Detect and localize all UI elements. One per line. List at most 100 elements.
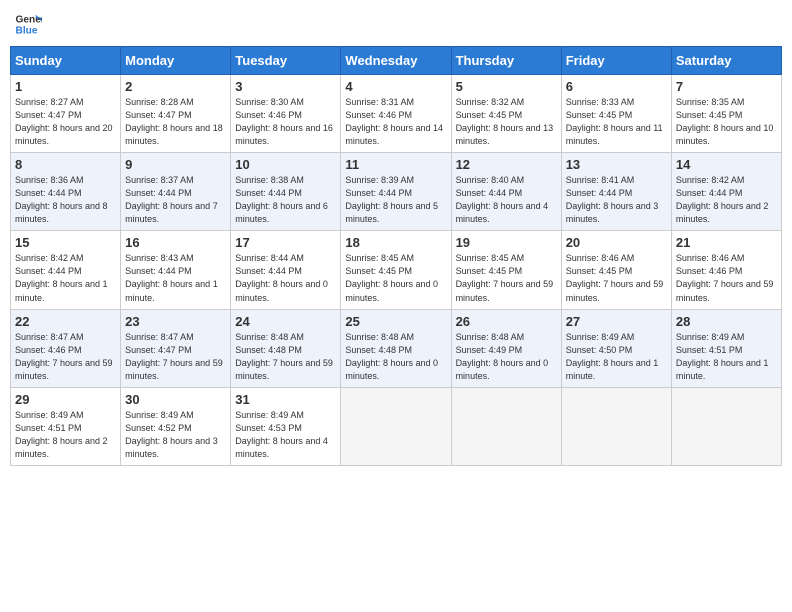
svg-text:General: General <box>16 14 42 25</box>
day-info: Sunrise: 8:42 AMSunset: 4:44 PMDaylight:… <box>15 252 116 304</box>
calendar-cell <box>341 387 451 465</box>
calendar-cell <box>561 387 671 465</box>
day-info: Sunrise: 8:45 AMSunset: 4:45 PMDaylight:… <box>345 252 446 304</box>
logo-icon: General Blue <box>14 10 42 38</box>
calendar-cell: 25 Sunrise: 8:48 AMSunset: 4:48 PMDaylig… <box>341 309 451 387</box>
day-header-saturday: Saturday <box>671 47 781 75</box>
calendar-week-1: 1 Sunrise: 8:27 AMSunset: 4:47 PMDayligh… <box>11 75 782 153</box>
calendar-cell: 12 Sunrise: 8:40 AMSunset: 4:44 PMDaylig… <box>451 153 561 231</box>
calendar-cell <box>671 387 781 465</box>
day-info: Sunrise: 8:45 AMSunset: 4:45 PMDaylight:… <box>456 252 557 304</box>
calendar-week-4: 22 Sunrise: 8:47 AMSunset: 4:46 PMDaylig… <box>11 309 782 387</box>
calendar-cell: 17 Sunrise: 8:44 AMSunset: 4:44 PMDaylig… <box>231 231 341 309</box>
day-info: Sunrise: 8:46 AMSunset: 4:45 PMDaylight:… <box>566 252 667 304</box>
calendar-cell: 31 Sunrise: 8:49 AMSunset: 4:53 PMDaylig… <box>231 387 341 465</box>
day-info: Sunrise: 8:38 AMSunset: 4:44 PMDaylight:… <box>235 174 336 226</box>
day-info: Sunrise: 8:31 AMSunset: 4:46 PMDaylight:… <box>345 96 446 148</box>
calendar-cell: 9 Sunrise: 8:37 AMSunset: 4:44 PMDayligh… <box>121 153 231 231</box>
logo: General Blue <box>14 10 44 38</box>
calendar-cell: 23 Sunrise: 8:47 AMSunset: 4:47 PMDaylig… <box>121 309 231 387</box>
calendar-table: SundayMondayTuesdayWednesdayThursdayFrid… <box>10 46 782 466</box>
day-info: Sunrise: 8:41 AMSunset: 4:44 PMDaylight:… <box>566 174 667 226</box>
day-number: 14 <box>676 157 777 172</box>
day-number: 20 <box>566 235 667 250</box>
day-number: 16 <box>125 235 226 250</box>
calendar-cell: 20 Sunrise: 8:46 AMSunset: 4:45 PMDaylig… <box>561 231 671 309</box>
calendar-cell: 2 Sunrise: 8:28 AMSunset: 4:47 PMDayligh… <box>121 75 231 153</box>
day-info: Sunrise: 8:46 AMSunset: 4:46 PMDaylight:… <box>676 252 777 304</box>
calendar-cell: 26 Sunrise: 8:48 AMSunset: 4:49 PMDaylig… <box>451 309 561 387</box>
day-header-thursday: Thursday <box>451 47 561 75</box>
calendar-cell: 8 Sunrise: 8:36 AMSunset: 4:44 PMDayligh… <box>11 153 121 231</box>
day-header-wednesday: Wednesday <box>341 47 451 75</box>
day-number: 28 <box>676 314 777 329</box>
day-header-sunday: Sunday <box>11 47 121 75</box>
day-number: 18 <box>345 235 446 250</box>
day-number: 7 <box>676 79 777 94</box>
day-number: 6 <box>566 79 667 94</box>
day-number: 23 <box>125 314 226 329</box>
calendar-cell: 14 Sunrise: 8:42 AMSunset: 4:44 PMDaylig… <box>671 153 781 231</box>
day-info: Sunrise: 8:48 AMSunset: 4:48 PMDaylight:… <box>345 331 446 383</box>
calendar-cell: 29 Sunrise: 8:49 AMSunset: 4:51 PMDaylig… <box>11 387 121 465</box>
day-number: 10 <box>235 157 336 172</box>
calendar-cell: 15 Sunrise: 8:42 AMSunset: 4:44 PMDaylig… <box>11 231 121 309</box>
calendar-cell: 28 Sunrise: 8:49 AMSunset: 4:51 PMDaylig… <box>671 309 781 387</box>
day-info: Sunrise: 8:28 AMSunset: 4:47 PMDaylight:… <box>125 96 226 148</box>
calendar-cell: 3 Sunrise: 8:30 AMSunset: 4:46 PMDayligh… <box>231 75 341 153</box>
calendar-header-row: SundayMondayTuesdayWednesdayThursdayFrid… <box>11 47 782 75</box>
day-info: Sunrise: 8:48 AMSunset: 4:49 PMDaylight:… <box>456 331 557 383</box>
day-number: 25 <box>345 314 446 329</box>
day-number: 15 <box>15 235 116 250</box>
day-info: Sunrise: 8:49 AMSunset: 4:51 PMDaylight:… <box>15 409 116 461</box>
calendar-cell: 19 Sunrise: 8:45 AMSunset: 4:45 PMDaylig… <box>451 231 561 309</box>
day-header-monday: Monday <box>121 47 231 75</box>
day-info: Sunrise: 8:36 AMSunset: 4:44 PMDaylight:… <box>15 174 116 226</box>
calendar-week-3: 15 Sunrise: 8:42 AMSunset: 4:44 PMDaylig… <box>11 231 782 309</box>
day-number: 1 <box>15 79 116 94</box>
calendar-cell: 13 Sunrise: 8:41 AMSunset: 4:44 PMDaylig… <box>561 153 671 231</box>
day-number: 3 <box>235 79 336 94</box>
svg-text:Blue: Blue <box>16 25 38 36</box>
page-header: General Blue <box>10 10 782 38</box>
day-number: 30 <box>125 392 226 407</box>
day-info: Sunrise: 8:27 AMSunset: 4:47 PMDaylight:… <box>15 96 116 148</box>
calendar-cell: 27 Sunrise: 8:49 AMSunset: 4:50 PMDaylig… <box>561 309 671 387</box>
day-header-friday: Friday <box>561 47 671 75</box>
calendar-cell: 11 Sunrise: 8:39 AMSunset: 4:44 PMDaylig… <box>341 153 451 231</box>
day-info: Sunrise: 8:40 AMSunset: 4:44 PMDaylight:… <box>456 174 557 226</box>
day-number: 11 <box>345 157 446 172</box>
calendar-cell <box>451 387 561 465</box>
day-info: Sunrise: 8:35 AMSunset: 4:45 PMDaylight:… <box>676 96 777 148</box>
day-info: Sunrise: 8:48 AMSunset: 4:48 PMDaylight:… <box>235 331 336 383</box>
day-number: 27 <box>566 314 667 329</box>
calendar-cell: 10 Sunrise: 8:38 AMSunset: 4:44 PMDaylig… <box>231 153 341 231</box>
day-info: Sunrise: 8:39 AMSunset: 4:44 PMDaylight:… <box>345 174 446 226</box>
calendar-cell: 7 Sunrise: 8:35 AMSunset: 4:45 PMDayligh… <box>671 75 781 153</box>
day-number: 21 <box>676 235 777 250</box>
day-info: Sunrise: 8:44 AMSunset: 4:44 PMDaylight:… <box>235 252 336 304</box>
day-number: 8 <box>15 157 116 172</box>
day-info: Sunrise: 8:33 AMSunset: 4:45 PMDaylight:… <box>566 96 667 148</box>
day-number: 9 <box>125 157 226 172</box>
day-info: Sunrise: 8:49 AMSunset: 4:52 PMDaylight:… <box>125 409 226 461</box>
day-info: Sunrise: 8:43 AMSunset: 4:44 PMDaylight:… <box>125 252 226 304</box>
day-number: 12 <box>456 157 557 172</box>
day-number: 2 <box>125 79 226 94</box>
day-number: 5 <box>456 79 557 94</box>
day-info: Sunrise: 8:49 AMSunset: 4:53 PMDaylight:… <box>235 409 336 461</box>
calendar-cell: 22 Sunrise: 8:47 AMSunset: 4:46 PMDaylig… <box>11 309 121 387</box>
day-number: 4 <box>345 79 446 94</box>
calendar-cell: 4 Sunrise: 8:31 AMSunset: 4:46 PMDayligh… <box>341 75 451 153</box>
calendar-cell: 1 Sunrise: 8:27 AMSunset: 4:47 PMDayligh… <box>11 75 121 153</box>
day-number: 31 <box>235 392 336 407</box>
day-number: 24 <box>235 314 336 329</box>
day-number: 29 <box>15 392 116 407</box>
day-number: 17 <box>235 235 336 250</box>
calendar-cell: 21 Sunrise: 8:46 AMSunset: 4:46 PMDaylig… <box>671 231 781 309</box>
calendar-week-5: 29 Sunrise: 8:49 AMSunset: 4:51 PMDaylig… <box>11 387 782 465</box>
day-info: Sunrise: 8:49 AMSunset: 4:50 PMDaylight:… <box>566 331 667 383</box>
calendar-cell: 6 Sunrise: 8:33 AMSunset: 4:45 PMDayligh… <box>561 75 671 153</box>
day-info: Sunrise: 8:42 AMSunset: 4:44 PMDaylight:… <box>676 174 777 226</box>
day-info: Sunrise: 8:47 AMSunset: 4:46 PMDaylight:… <box>15 331 116 383</box>
